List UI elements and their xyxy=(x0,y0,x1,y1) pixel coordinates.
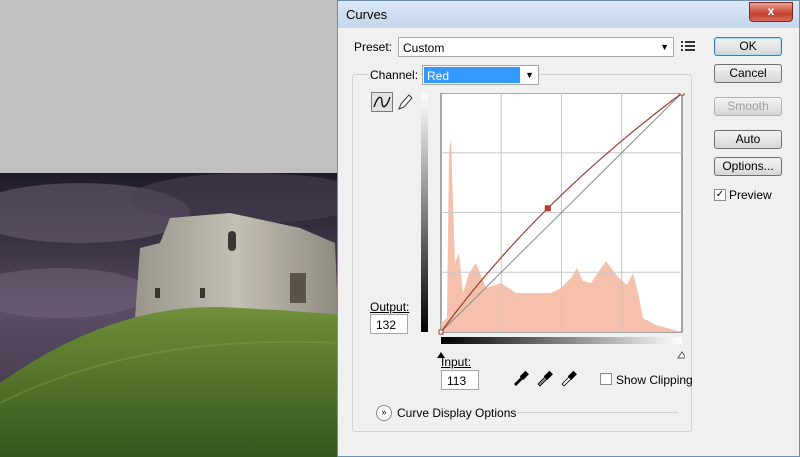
dialog-title: Curves xyxy=(346,7,388,22)
smooth-button[interactable]: Smooth xyxy=(714,97,782,116)
curves-graph[interactable] xyxy=(421,90,687,374)
curve-point-tool-icon[interactable] xyxy=(371,92,393,112)
expand-chevron-icon[interactable]: » xyxy=(376,405,392,421)
preset-value: Custom xyxy=(403,41,445,55)
title-bar[interactable]: Curves x xyxy=(338,1,799,28)
ok-button[interactable]: OK xyxy=(714,37,782,56)
gray-eyedropper-icon[interactable] xyxy=(535,369,553,390)
preset-select[interactable]: Custom ▼ xyxy=(398,37,674,57)
curves-dialog: Curves x Preset: Custom ▼ Channel: Red ▼ xyxy=(337,0,800,457)
white-eyedropper-icon[interactable] xyxy=(559,369,577,390)
preset-options-icon[interactable] xyxy=(681,40,695,55)
white-point-slider xyxy=(677,351,687,359)
channel-select[interactable]: Red ▼ xyxy=(422,65,539,85)
chevron-down-icon: ▼ xyxy=(525,70,534,80)
black-eyedropper-icon[interactable] xyxy=(511,369,529,390)
close-icon: x xyxy=(767,4,775,18)
input-gradient-bar xyxy=(441,337,682,344)
divider xyxy=(515,412,678,413)
channel-value: Red xyxy=(427,69,450,83)
show-clipping-label[interactable]: Show Clipping xyxy=(616,373,693,387)
output-label: Output: xyxy=(370,300,410,314)
channel-label: Channel: xyxy=(368,68,421,82)
preset-label: Preset: xyxy=(354,40,393,54)
curve-control-point xyxy=(544,205,551,212)
output-field[interactable]: 132 xyxy=(370,314,408,334)
input-value: 113 xyxy=(447,374,467,388)
input-label: Input: xyxy=(441,355,472,369)
input-field[interactable]: 113 xyxy=(441,370,479,390)
curve-control-point xyxy=(679,90,685,96)
close-button[interactable]: x xyxy=(749,2,793,22)
show-clipping-checkbox[interactable] xyxy=(600,373,612,385)
background-photo xyxy=(0,173,340,457)
curve-control-point xyxy=(438,329,444,335)
curve-display-options-label[interactable]: Curve Display Options xyxy=(397,406,516,420)
output-gradient-bar xyxy=(421,93,428,332)
chevron-down-icon: ▼ xyxy=(660,42,669,52)
output-value: 132 xyxy=(376,318,397,332)
preview-checkbox[interactable]: ✓ xyxy=(714,189,726,201)
pencil-icon[interactable] xyxy=(396,92,414,115)
auto-button[interactable]: Auto xyxy=(714,130,782,149)
preview-label[interactable]: Preview xyxy=(729,188,772,202)
options-button[interactable]: Options... xyxy=(714,157,782,176)
cancel-button[interactable]: Cancel xyxy=(714,64,782,83)
